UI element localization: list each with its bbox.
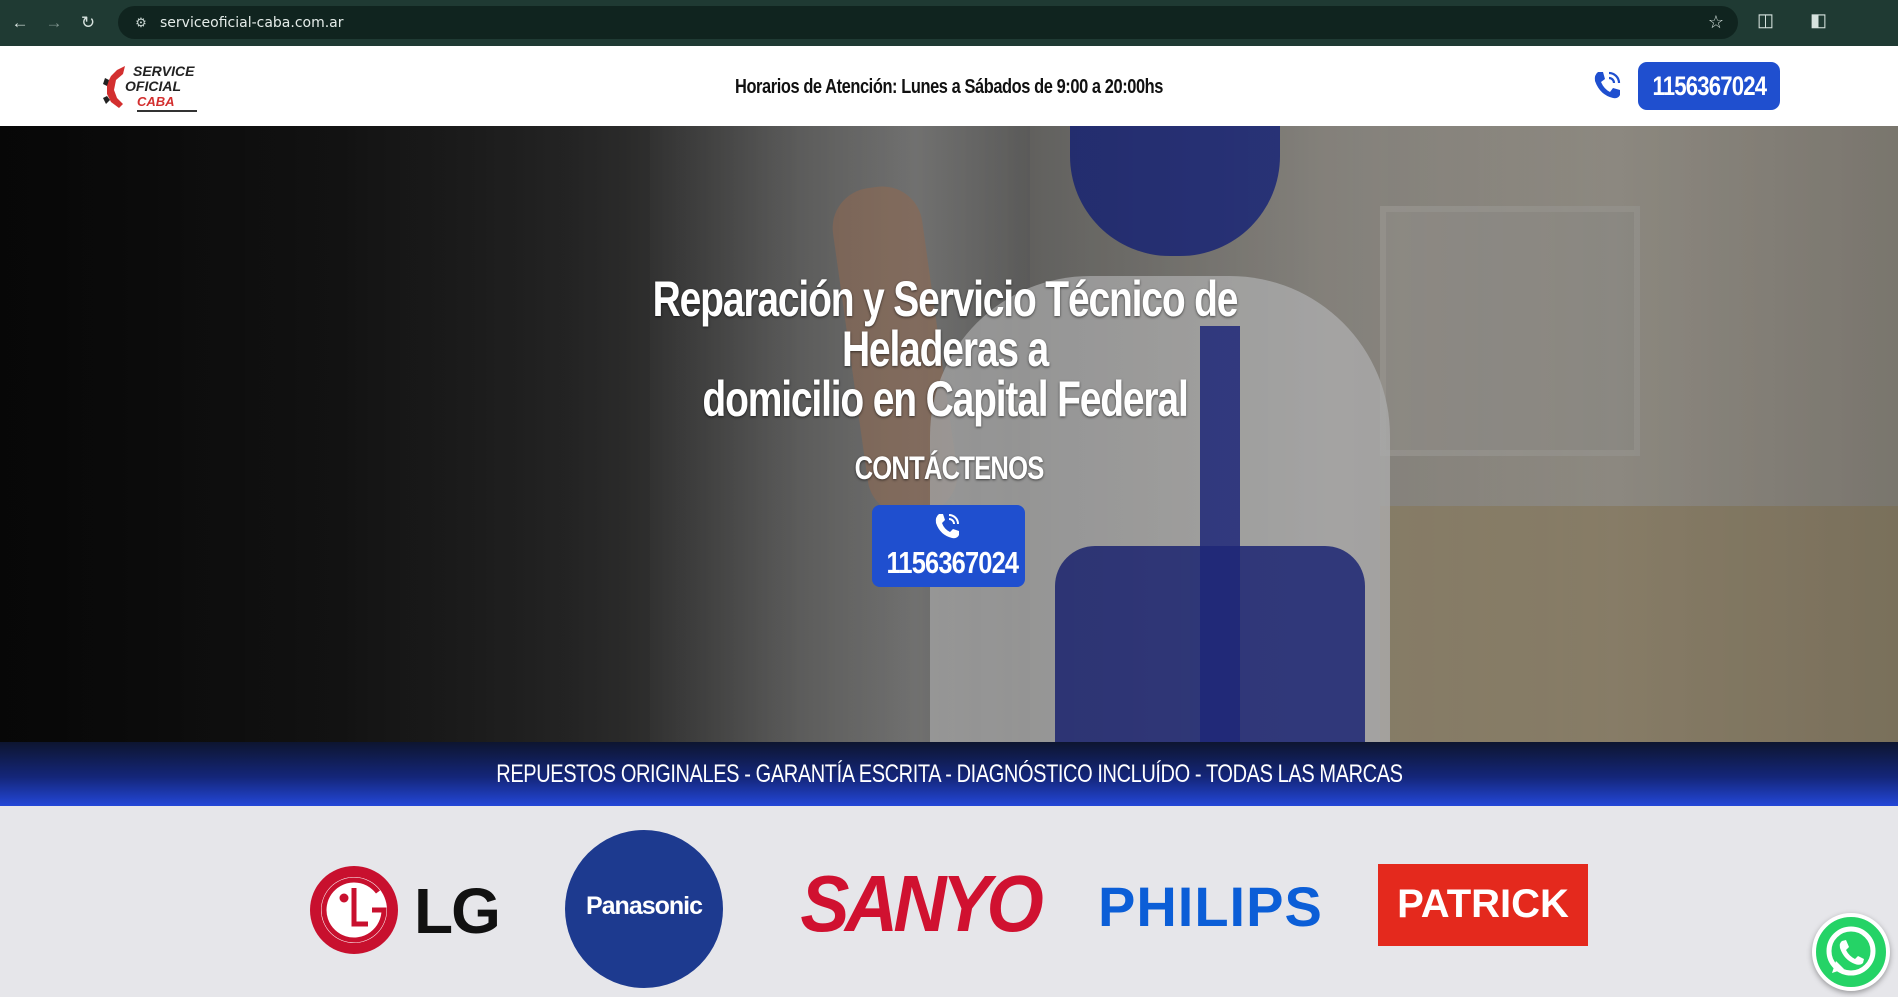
features-banner: REPUESTOS ORIGINALES - GARANTÍA ESCRITA … bbox=[0, 742, 1898, 806]
back-icon[interactable]: ← bbox=[6, 9, 34, 37]
site-settings-icon[interactable]: ⚙ bbox=[128, 15, 154, 31]
brand-logo-sanyo: SANYO bbox=[790, 858, 1043, 948]
contact-heading: CONTÁCTENOS bbox=[0, 450, 1898, 487]
brand-name-lg: LG bbox=[414, 875, 501, 947]
hero-title-line-1: Reparación y Servicio Técnico de Helader… bbox=[652, 271, 1239, 377]
reload-icon[interactable]: ↻ bbox=[74, 9, 102, 37]
hero-title: Reparación y Servicio Técnico de Helader… bbox=[470, 274, 1420, 424]
header-phone-button[interactable]: 1156367024 bbox=[1638, 62, 1780, 110]
brand-name-panasonic: Panasonic bbox=[585, 892, 703, 920]
extensions-icon[interactable]: ◫ bbox=[1757, 10, 1774, 31]
brand-name-sanyo: SANYO bbox=[800, 859, 1043, 948]
brand-logo-panasonic: Panasonic bbox=[565, 830, 723, 988]
hero-phone-button[interactable]: 1156367024 bbox=[872, 505, 1025, 587]
header-phone-number: 1156367024 bbox=[1652, 70, 1767, 101]
bookmark-star-icon[interactable]: ☆ bbox=[1708, 12, 1724, 33]
brand-logo-lg: LG bbox=[310, 866, 510, 954]
brands-strip: LG Panasonic SANYO PHILIPS PATRICK bbox=[0, 806, 1898, 997]
brand-name-patrick: PATRICK bbox=[1397, 882, 1569, 926]
contact-heading-text: CONTÁCTENOS bbox=[854, 450, 1045, 486]
browser-toolbar: ← → ↻ ⚙ serviceoficial-caba.com.ar ☆ ◫ ◧ bbox=[0, 0, 1898, 46]
forward-icon[interactable]: → bbox=[40, 9, 68, 37]
logo-underline bbox=[137, 110, 197, 112]
side-panel-icon[interactable]: ◧ bbox=[1810, 10, 1827, 31]
phone-call-icon[interactable] bbox=[1590, 68, 1624, 102]
brand-logo-philips: PHILIPS bbox=[1098, 874, 1323, 939]
lg-face-icon bbox=[321, 877, 387, 943]
hero-phone-number: 1156367024 bbox=[872, 545, 1025, 581]
hero-section: Reparación y Servicio Técnico de Helader… bbox=[0, 126, 1898, 742]
business-hours: Horarios de Atención: Lunes a Sábados de… bbox=[735, 76, 1163, 98]
whatsapp-icon bbox=[1826, 926, 1876, 976]
url-text[interactable]: serviceoficial-caba.com.ar bbox=[160, 15, 344, 31]
whatsapp-button[interactable] bbox=[1812, 913, 1890, 991]
site-header: SERVICE OFICIAL CABA Horarios de Atenció… bbox=[0, 46, 1898, 126]
features-banner-text: REPUESTOS ORIGINALES - GARANTÍA ESCRITA … bbox=[495, 760, 1403, 788]
logo-line-3: CABA bbox=[137, 94, 175, 109]
hero-title-line-2: domicilio en Capital Federal bbox=[702, 371, 1188, 427]
hero-phone-number-text: 1156367024 bbox=[886, 545, 1019, 580]
brand-logo-patrick: PATRICK bbox=[1378, 864, 1588, 946]
hero-vignette bbox=[0, 126, 1898, 742]
phone-call-icon bbox=[935, 514, 959, 539]
brand-name-philips: PHILIPS bbox=[1098, 875, 1323, 938]
address-bar[interactable]: ⚙ serviceoficial-caba.com.ar ☆ bbox=[118, 6, 1738, 39]
